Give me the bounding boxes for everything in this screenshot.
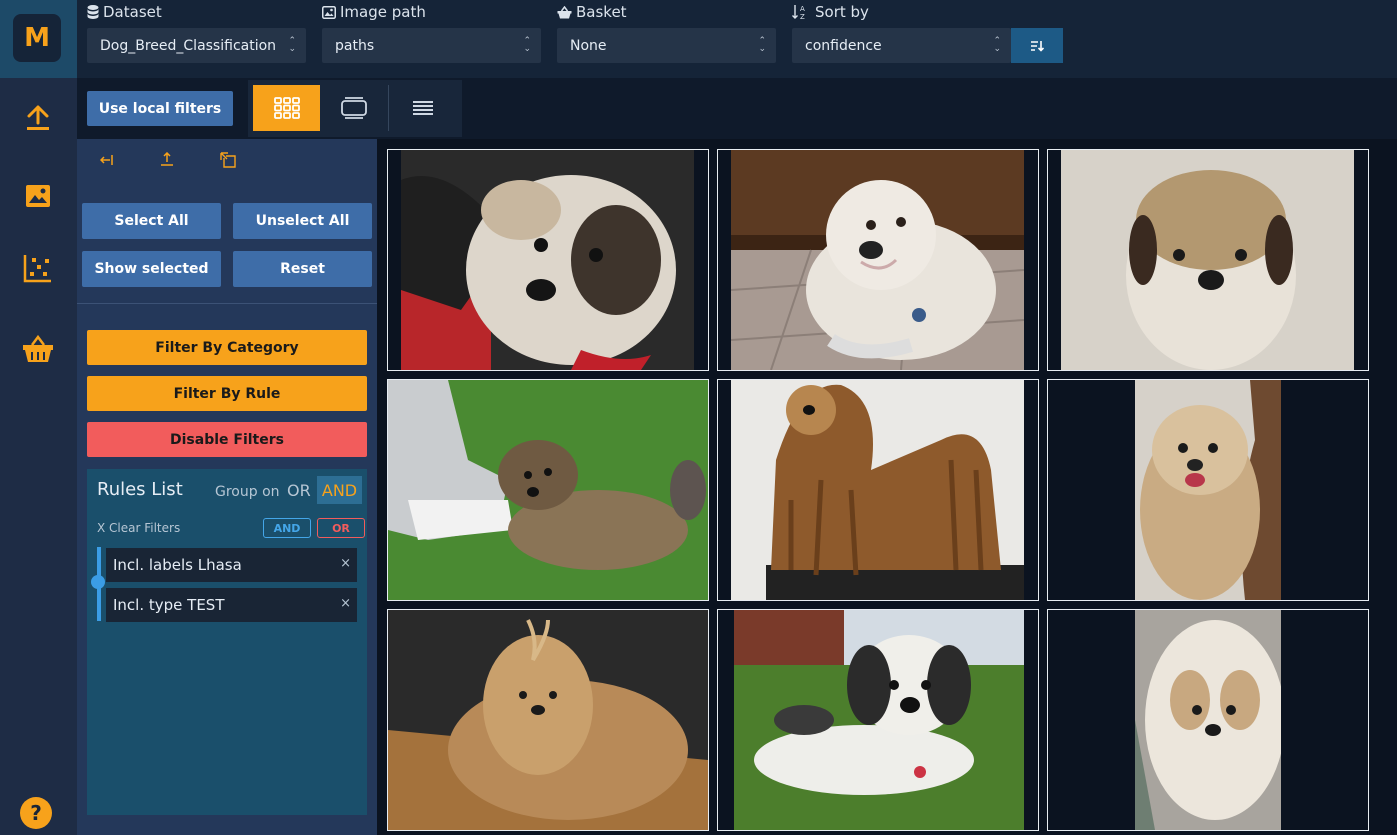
sort-direction-button[interactable] [1011,28,1063,63]
gallery-image-tile[interactable] [387,149,709,371]
app-logo[interactable]: M [13,14,61,62]
sort-alpha-icon: AZ [792,5,805,20]
sort-descending-icon [1031,40,1044,52]
rules-list: Rules List Group on OR AND X Clear Filte… [87,469,367,815]
dog-photo [388,610,708,830]
dog-photo [734,610,1024,830]
gallery-image-tile[interactable] [717,379,1039,601]
grid-view-button[interactable] [253,85,320,131]
nav-rail: M ? [0,0,77,835]
remove-rule-icon[interactable]: × [340,556,351,571]
expand-icon[interactable] [220,152,236,172]
rule-item-label: Incl. type TEST [113,596,225,614]
dog-photo [731,150,1024,370]
scatter-plot-icon[interactable] [18,248,58,288]
dog-photo [731,380,1024,600]
view-toolbar: Use local filters [77,78,1397,138]
carousel-view-icon [341,97,367,119]
export-icon[interactable] [160,151,174,170]
filter-panel: Select All Unselect All Show selected Re… [77,139,377,835]
upload-icon[interactable] [18,98,58,138]
image-icon[interactable] [18,176,58,216]
rule-item[interactable]: Incl. labels Lhasa × [106,548,357,582]
logo-container: M [0,0,77,78]
svg-text:Z: Z [800,13,805,20]
remove-rule-icon[interactable]: × [340,596,351,611]
view-separator [388,85,389,131]
list-view-button[interactable] [393,85,453,131]
add-and-rule-button[interactable]: AND [263,518,311,538]
show-selected-button[interactable]: Show selected [82,251,221,287]
view-mode-group [248,80,462,137]
svg-text:A: A [800,5,805,13]
top-bar: Dataset Dog_Breed_Classification ⌃ ⌄ Imag… [77,0,1397,78]
help-icon[interactable]: ? [20,797,52,829]
dataset-label: Dataset [87,3,162,21]
rule-item[interactable]: Incl. type TEST × [106,588,357,622]
gallery-image-tile[interactable] [387,609,709,831]
basket-small-icon [557,5,572,18]
select-all-button[interactable]: Select All [82,203,221,239]
image-gallery [377,139,1397,835]
gallery-image-tile[interactable] [387,379,709,601]
basket-label: Basket [557,3,627,21]
use-local-filters-button[interactable]: Use local filters [87,91,233,126]
image-path-label: Image path [322,3,426,21]
dog-photo [388,380,708,600]
database-icon [87,5,99,19]
gallery-image-tile[interactable] [717,149,1039,371]
basket-value: None [570,37,607,54]
group-or-toggle[interactable]: OR [287,481,311,500]
gallery-image-tile[interactable] [1047,609,1369,831]
gallery-image-tile[interactable] [1047,149,1369,371]
group-and-toggle[interactable]: AND [317,476,362,504]
dataset-value: Dog_Breed_Classification [100,37,277,54]
select-caret-icon: ⌃ ⌄ [523,36,531,54]
rule-item-label: Incl. labels Lhasa [113,556,242,574]
basket-icon[interactable] [18,329,58,369]
group-on-label: Group on [215,484,280,500]
dog-photo [1135,610,1281,830]
unselect-all-button[interactable]: Unselect All [233,203,372,239]
image-path-select[interactable]: paths ⌃ ⌄ [322,28,541,63]
disable-filters-button[interactable]: Disable Filters [87,422,367,457]
image-path-value: paths [335,37,375,54]
collapse-left-icon[interactable] [99,152,114,171]
carousel-view-button[interactable] [324,85,384,131]
select-caret-icon: ⌃ ⌄ [758,36,766,54]
filter-by-rule-button[interactable]: Filter By Rule [87,376,367,411]
panel-divider [77,303,377,304]
clear-filters-link[interactable]: X Clear Filters [97,521,180,535]
rule-group-handle[interactable] [91,575,105,589]
sort-by-select[interactable]: confidence ⌃ ⌄ [792,28,1011,63]
dog-photo [1061,150,1354,370]
filter-by-category-button[interactable]: Filter By Category [87,330,367,365]
image-small-icon [322,5,336,19]
reset-button[interactable]: Reset [233,251,372,287]
gallery-image-tile[interactable] [1047,379,1369,601]
basket-select[interactable]: None ⌃ ⌄ [557,28,776,63]
gallery-image-tile[interactable] [717,609,1039,831]
select-caret-icon: ⌃ ⌄ [993,36,1001,54]
sort-by-value: confidence [805,37,882,54]
select-caret-icon: ⌃ ⌄ [288,36,296,54]
grid-view-icon [273,97,300,119]
sort-by-label: AZ Sort by [792,3,869,21]
dog-photo [1135,380,1281,600]
add-or-rule-button[interactable]: OR [317,518,365,538]
list-view-icon [413,101,433,115]
dataset-select[interactable]: Dog_Breed_Classification ⌃ ⌄ [87,28,306,63]
dog-photo [401,150,694,370]
rules-list-title: Rules List [97,479,183,500]
